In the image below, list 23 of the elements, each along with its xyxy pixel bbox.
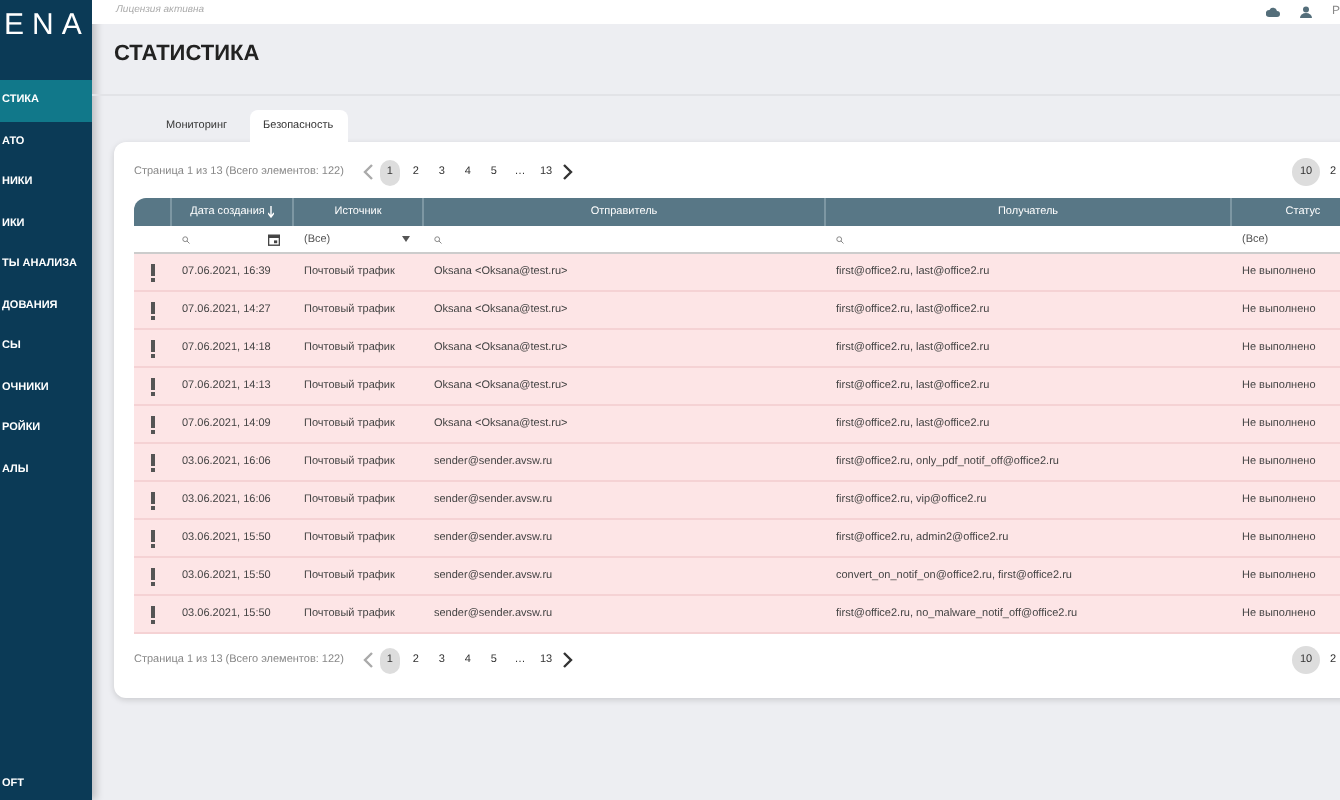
calendar-icon[interactable] (268, 233, 280, 246)
chevron-right-icon[interactable] (562, 164, 575, 181)
exclamation-icon (149, 377, 155, 396)
exclamation-icon (149, 415, 155, 434)
user-icon[interactable] (1299, 6, 1312, 18)
search-icon (182, 235, 190, 244)
search-icon (434, 235, 442, 244)
sort-arrow-icon[interactable] (267, 205, 274, 218)
exclamation-icon (149, 301, 155, 320)
date-filter-field[interactable] (182, 233, 280, 246)
logo: ENA (2, 6, 92, 46)
exclamation-icon (149, 529, 155, 548)
cloud-icon[interactable] (1265, 6, 1280, 18)
exclamation-icon (149, 491, 155, 510)
exclamation-icon (149, 605, 155, 624)
exclamation-icon (149, 567, 155, 586)
dropdown-caret-icon[interactable] (402, 236, 410, 243)
exclamation-icon (149, 339, 155, 358)
page-title: СТАТИСТИКА (92, 24, 1340, 96)
exclamation-icon (149, 453, 155, 472)
search-icon (836, 235, 844, 244)
exclamation-icon (149, 263, 155, 282)
chevron-right-icon[interactable] (562, 652, 575, 669)
